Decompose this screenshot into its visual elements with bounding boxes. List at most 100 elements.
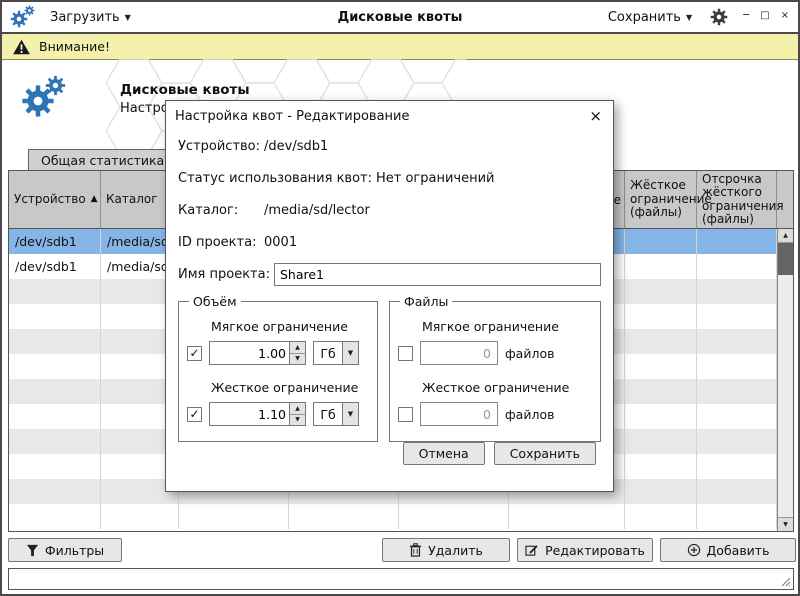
funnel-icon <box>26 544 39 557</box>
load-menu-button[interactable]: Загрузить ▼ <box>46 7 135 28</box>
table-cell <box>9 429 101 454</box>
table-cell <box>625 279 697 304</box>
column-header[interactable]: Жёсткое ограничение (файлы) <box>625 171 697 228</box>
table-cell <box>399 504 509 529</box>
column-label: Устройство <box>14 193 86 206</box>
files-soft-value-input[interactable] <box>420 341 498 365</box>
vertical-scrollbar[interactable]: ▲ ▼ <box>777 229 793 531</box>
table-cell <box>697 379 777 404</box>
close-button[interactable]: × <box>780 10 790 21</box>
table-cell <box>9 479 101 504</box>
chevron-down-icon: ▼ <box>125 13 131 22</box>
table-cell <box>9 279 101 304</box>
scrollbar-thumb[interactable] <box>778 243 793 275</box>
window-controls: ─ □ × <box>742 10 790 21</box>
table-cell <box>179 504 289 529</box>
table-cell: /dev/sdb1 <box>9 229 101 254</box>
table-cell <box>509 504 625 529</box>
warning-text: Внимание! <box>39 39 110 54</box>
plus-icon <box>687 543 701 557</box>
files-hard-suffix: файлов <box>505 407 554 422</box>
files-hard-value-input[interactable] <box>420 402 498 426</box>
chevron-down-icon[interactable]: ▼ <box>342 342 358 364</box>
cancel-button[interactable]: Отмена <box>403 442 485 465</box>
check-icon: ✓ <box>189 407 199 421</box>
footer-toolbar: Фильтры Удалить Редактировать <box>8 538 796 562</box>
volume-soft-value-input[interactable] <box>210 342 289 364</box>
save-button[interactable]: Сохранить <box>494 442 596 465</box>
table-cell <box>697 354 777 379</box>
volume-soft-checkbox[interactable]: ✓ <box>187 346 202 361</box>
edit-button[interactable]: Редактировать <box>517 538 653 562</box>
files-hard-label: Жесткое ограничение <box>422 380 592 395</box>
table-cell <box>289 504 399 529</box>
table-cell <box>9 504 101 529</box>
table-cell <box>625 479 697 504</box>
resize-grip[interactable] <box>779 575 791 587</box>
spin-up-icon[interactable]: ▲ <box>290 342 305 353</box>
table-cell <box>625 429 697 454</box>
tab-general-statistics[interactable]: Общая статистика <box>28 149 177 170</box>
chevron-down-icon[interactable]: ▼ <box>342 403 358 425</box>
table-row[interactable] <box>9 504 793 529</box>
gear-icon <box>45 75 66 96</box>
table-cell <box>9 329 101 354</box>
project-id-label: ID проекта: <box>178 235 264 250</box>
volume-soft-unit-select[interactable]: Гб ▼ <box>313 341 359 365</box>
volume-hard-unit-select[interactable]: Гб ▼ <box>313 402 359 426</box>
volume-soft-unit-value: Гб <box>314 342 342 364</box>
table-cell <box>625 379 697 404</box>
table-cell <box>697 479 777 504</box>
table-cell <box>697 329 777 354</box>
spin-down-icon[interactable]: ▼ <box>290 414 305 426</box>
device-value: /dev/sdb1 <box>264 139 328 154</box>
table-cell <box>625 304 697 329</box>
files-soft-checkbox[interactable] <box>398 346 413 361</box>
delete-label: Удалить <box>428 543 483 558</box>
save-menu-button[interactable]: Сохранить ▼ <box>604 7 696 28</box>
close-icon[interactable]: × <box>587 109 604 124</box>
table-cell <box>9 304 101 329</box>
page-subtitle: Настройка квот <box>120 101 166 116</box>
spin-down-icon[interactable]: ▼ <box>290 353 305 365</box>
titlebar: Загрузить ▼ Дисковые квоты Сохранить ▼ ─… <box>2 2 798 34</box>
add-button[interactable]: Добавить <box>660 538 796 562</box>
table-cell <box>625 454 697 479</box>
dialog-titlebar: Настройка квот - Редактирование × <box>166 101 613 128</box>
table-cell <box>625 404 697 429</box>
volume-hard-unit-value: Гб <box>314 403 342 425</box>
table-cell <box>625 329 697 354</box>
maximize-button[interactable]: □ <box>759 10 770 21</box>
files-group: Файлы Мягкое ограничение файлов Жесткое … <box>389 294 601 442</box>
filters-button[interactable]: Фильтры <box>8 538 122 562</box>
page-title: Дисковые квоты <box>120 82 250 98</box>
table-cell <box>697 429 777 454</box>
volume-group-legend: Объём <box>189 294 241 309</box>
files-hard-checkbox[interactable] <box>398 407 413 422</box>
scroll-up-icon[interactable]: ▲ <box>778 229 793 243</box>
table-cell <box>9 379 101 404</box>
column-header[interactable]: Устройство▲ <box>9 171 101 228</box>
spin-up-icon[interactable]: ▲ <box>290 403 305 414</box>
edit-label: Редактировать <box>545 543 645 558</box>
table-cell: /dev/sdb1 <box>9 254 101 279</box>
project-name-input[interactable] <box>274 263 601 286</box>
table-cell <box>9 404 101 429</box>
volume-hard-label: Жесткое ограничение <box>211 380 369 395</box>
volume-hard-spinbox: ▲ ▼ <box>209 402 306 426</box>
quota-edit-dialog: Настройка квот - Редактирование × Устрой… <box>165 100 614 492</box>
table-cell <box>625 229 697 254</box>
table-cell <box>625 354 697 379</box>
column-header[interactable]: Отсрочка жёсткого ограничения (файлы) <box>697 171 777 228</box>
directory-label: Каталог: <box>178 203 264 218</box>
volume-group: Объём Мягкое ограничение ✓ ▲ ▼ Гб <box>178 294 378 442</box>
scroll-down-icon[interactable]: ▼ <box>778 517 793 531</box>
volume-hard-value-input[interactable] <box>210 403 289 425</box>
dialog-buttons: Отмена Сохранить <box>403 442 596 465</box>
table-cell <box>625 504 697 529</box>
delete-button[interactable]: Удалить <box>382 538 510 562</box>
volume-hard-checkbox[interactable]: ✓ <box>187 407 202 422</box>
settings-gear-button[interactable] <box>710 8 728 26</box>
minimize-button[interactable]: ─ <box>742 10 750 21</box>
volume-soft-spinbox: ▲ ▼ <box>209 341 306 365</box>
